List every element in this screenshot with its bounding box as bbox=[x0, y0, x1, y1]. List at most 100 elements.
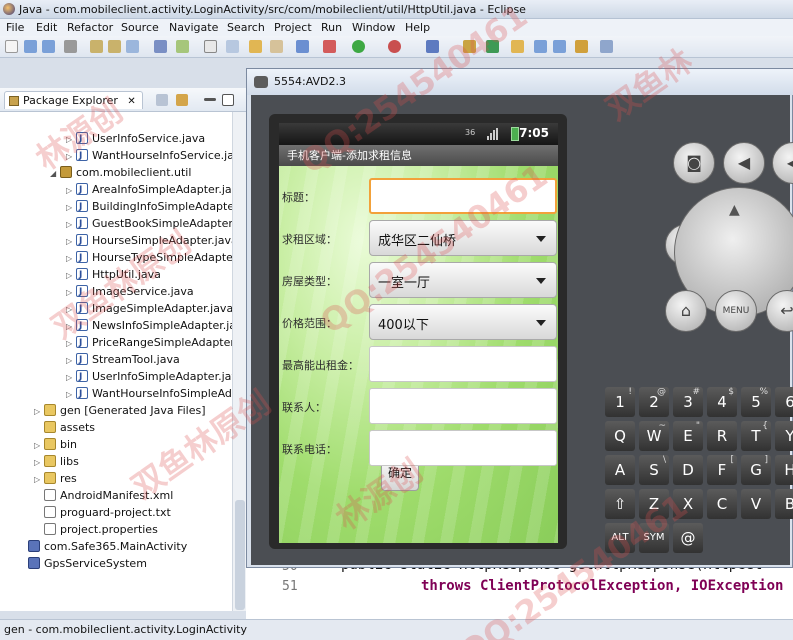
keyboard-key[interactable]: Y} bbox=[775, 421, 793, 451]
tree-item[interactable]: ▷ HttpUtil.java bbox=[66, 266, 161, 284]
keyboard-key[interactable]: Q bbox=[605, 421, 635, 451]
tree-item[interactable]: ▷ WantHourseInfoSimpleAd bbox=[66, 385, 232, 403]
menu-window[interactable]: Window bbox=[352, 21, 395, 34]
tree-item[interactable]: proguard-project.txt bbox=[34, 504, 171, 521]
volume-up-icon[interactable]: ◀ bbox=[772, 142, 793, 184]
tree-item[interactable]: GpsServiceSystem bbox=[18, 555, 147, 572]
pin-icon[interactable] bbox=[575, 40, 588, 53]
tree-item[interactable]: ▷ UserInfoService.java bbox=[66, 130, 205, 148]
keyboard-key[interactable]: D bbox=[673, 455, 703, 485]
menu-source[interactable]: Source bbox=[121, 21, 159, 34]
menu-refactor[interactable]: Refactor bbox=[67, 21, 113, 34]
tree-item[interactable]: ▷ NewsInfoSimpleAdapter.ja bbox=[66, 317, 236, 335]
save-all-icon[interactable] bbox=[42, 40, 55, 53]
expand-icon[interactable]: ▷ bbox=[66, 233, 76, 250]
expand-icon[interactable]: ▷ bbox=[66, 131, 76, 148]
tree-item[interactable]: ▷ gen [Generated Java Files] bbox=[34, 402, 206, 419]
tree-item[interactable]: assets bbox=[34, 419, 95, 436]
expand-icon[interactable]: ▷ bbox=[66, 199, 76, 216]
menu-file[interactable]: File bbox=[6, 21, 24, 34]
expand-icon[interactable]: ◢ bbox=[50, 165, 60, 182]
tree-item[interactable]: ▷ PriceRangeSimpleAdapter bbox=[66, 334, 235, 352]
expand-icon[interactable]: ▷ bbox=[66, 182, 76, 199]
keyboard-key[interactable]: F[ bbox=[707, 455, 737, 485]
build-icon[interactable] bbox=[126, 40, 139, 53]
lint-icon[interactable] bbox=[226, 40, 239, 53]
tree-item[interactable]: AndroidManifest.xml bbox=[34, 487, 173, 504]
keyboard-key[interactable]: V bbox=[741, 489, 771, 519]
dropdown-spinner[interactable]: 成华区二仙桥 bbox=[369, 220, 557, 256]
tree-item[interactable]: ▷ HourseSimpleAdapter.java bbox=[66, 232, 238, 250]
keyboard-key[interactable]: S \ bbox=[639, 455, 669, 485]
expand-icon[interactable]: ▷ bbox=[34, 437, 44, 454]
menu-key[interactable]: MENU bbox=[715, 290, 757, 332]
expand-icon[interactable]: ▷ bbox=[66, 148, 76, 165]
keyboard-key[interactable]: Z bbox=[639, 489, 669, 519]
menu-edit[interactable]: Edit bbox=[36, 21, 57, 34]
close-icon[interactable]: ✕ bbox=[127, 96, 135, 107]
keyboard-key[interactable]: 5% bbox=[741, 387, 771, 417]
open-project-icon[interactable] bbox=[249, 40, 262, 53]
expand-icon[interactable]: ▷ bbox=[66, 318, 76, 335]
expand-icon[interactable]: ▷ bbox=[66, 216, 76, 233]
keyboard-key[interactable]: 3 # bbox=[673, 387, 703, 417]
menu-help[interactable]: Help bbox=[405, 21, 430, 34]
menu-run[interactable]: Run bbox=[321, 21, 342, 34]
keyboard-key[interactable]: ALT bbox=[605, 523, 635, 553]
new-class-icon[interactable] bbox=[486, 40, 499, 53]
debug-icon[interactable] bbox=[296, 40, 309, 53]
tree-item[interactable]: ◢ com.mobileclient.util bbox=[50, 164, 191, 181]
text-input[interactable] bbox=[369, 388, 557, 424]
keyboard-key[interactable]: SYM bbox=[639, 523, 669, 553]
menu-search[interactable]: Search bbox=[227, 21, 265, 34]
tree-item[interactable]: ▷ HourseTypeSimpleAdapte bbox=[66, 249, 233, 267]
tree-item[interactable]: ▷ GuestBookSimpleAdapter. bbox=[66, 215, 235, 233]
search-icon[interactable] bbox=[270, 40, 283, 53]
keyboard-key[interactable]: E " bbox=[673, 421, 703, 451]
text-input[interactable] bbox=[369, 430, 557, 466]
expand-icon[interactable]: ▷ bbox=[34, 403, 44, 420]
home-icon[interactable]: ⌂ bbox=[665, 290, 707, 332]
tree-scrollbar[interactable] bbox=[232, 112, 246, 611]
text-input[interactable] bbox=[369, 178, 557, 214]
back-icon[interactable] bbox=[600, 40, 613, 53]
device-screen[interactable]: 36 7:05 手机客户端-添加求租信息 确定 标题： 求租区域： 成华区二仙桥 房屋… bbox=[279, 123, 558, 543]
skip-breakpoints-icon[interactable] bbox=[323, 40, 336, 53]
dropdown-spinner[interactable]: 400以下 bbox=[369, 304, 557, 340]
tree-item[interactable]: ▷ WantHourseInfoService.jav bbox=[66, 147, 240, 165]
dropdown-spinner[interactable]: 一室一厅 bbox=[369, 262, 557, 298]
prev-annotation-icon[interactable] bbox=[553, 40, 566, 53]
keyboard-key[interactable]: T{ bbox=[741, 421, 771, 451]
camera-icon[interactable]: ◙ bbox=[673, 142, 715, 184]
keyboard-key[interactable]: G] bbox=[741, 455, 771, 485]
keyboard-key[interactable]: ⇧ bbox=[605, 489, 635, 519]
tree-item[interactable]: com.Safe365.MainActivity bbox=[18, 538, 187, 555]
new-icon[interactable] bbox=[5, 40, 18, 53]
keyboard-key[interactable]: 1! bbox=[605, 387, 635, 417]
new-java-project-icon[interactable] bbox=[426, 40, 439, 53]
avd-manager-icon[interactable] bbox=[176, 40, 189, 53]
tree-item[interactable]: ▷ ImageSimpleAdapter.java bbox=[66, 300, 233, 318]
tree-item[interactable]: ▷ ImageService.java bbox=[66, 283, 194, 301]
keyboard-key[interactable]: 2 @ bbox=[639, 387, 669, 417]
code-editor[interactable]: 50 public static HttpResponse getHttpRes… bbox=[246, 557, 793, 619]
expand-icon[interactable]: ▷ bbox=[66, 301, 76, 318]
keyboard-key[interactable]: H bbox=[775, 455, 793, 485]
expand-icon[interactable]: ▷ bbox=[66, 267, 76, 284]
minimize-icon[interactable] bbox=[204, 98, 216, 101]
expand-icon[interactable]: ▷ bbox=[66, 386, 76, 403]
run-icon[interactable] bbox=[352, 40, 365, 53]
sdk-manager-icon[interactable] bbox=[154, 40, 167, 53]
keyboard-key[interactable]: @ bbox=[673, 523, 703, 553]
keyboard-key[interactable]: A bbox=[605, 455, 635, 485]
keyboard-key[interactable]: C bbox=[707, 489, 737, 519]
save-icon[interactable] bbox=[24, 40, 37, 53]
tree-item[interactable]: ▷ libs bbox=[34, 453, 79, 470]
link-with-editor-icon[interactable] bbox=[176, 94, 188, 106]
expand-icon[interactable]: ▷ bbox=[66, 250, 76, 267]
keyboard-key[interactable]: 4 $ bbox=[707, 387, 737, 417]
expand-icon[interactable]: ▷ bbox=[34, 454, 44, 471]
collapse-all-icon[interactable] bbox=[156, 94, 168, 106]
keyboard-key[interactable]: R bbox=[707, 421, 737, 451]
tree-item[interactable]: ▷ BuildingInfoSimpleAdapte bbox=[66, 198, 234, 216]
